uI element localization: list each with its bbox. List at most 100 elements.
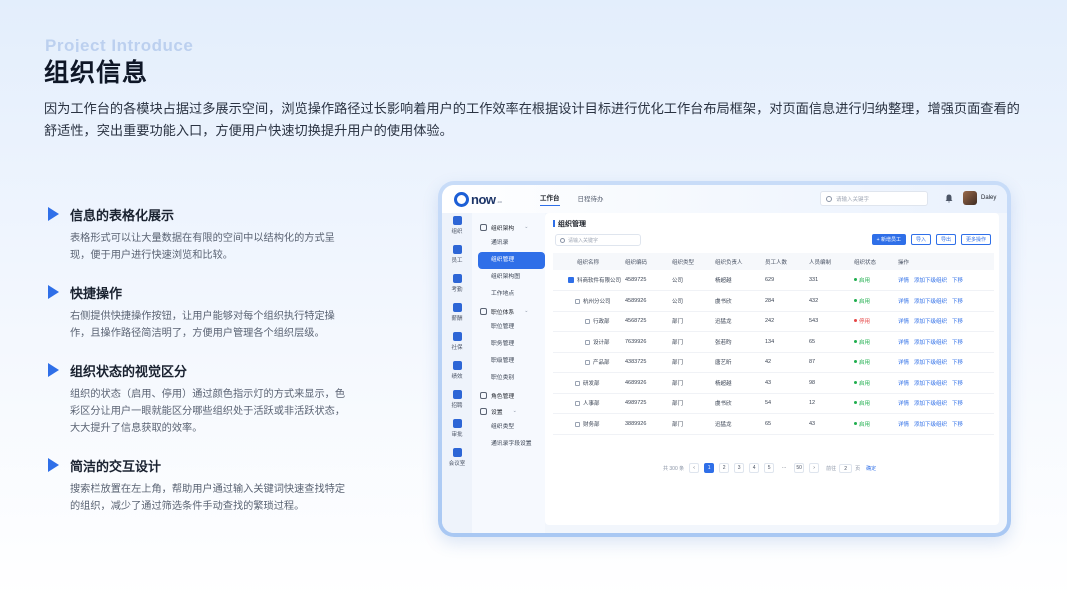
org-name[interactable]: 研发部 bbox=[583, 381, 600, 387]
column-header[interactable]: 操作 bbox=[898, 253, 994, 270]
tab-schedule[interactable]: 日程待办 bbox=[578, 193, 604, 206]
checkbox[interactable] bbox=[575, 401, 580, 407]
page-button[interactable]: 5 bbox=[764, 463, 775, 473]
rail-item-attendance[interactable]: 考勤 bbox=[442, 271, 472, 300]
rail-item-insurance[interactable]: 社保 bbox=[442, 329, 472, 358]
add-child-org-link[interactable]: 添加下级组织 bbox=[914, 340, 947, 346]
column-header[interactable]: 组织名称 bbox=[553, 253, 625, 270]
move-down-link[interactable]: 下移 bbox=[952, 278, 963, 284]
rail-item-approval[interactable]: 审批 bbox=[442, 416, 472, 445]
move-down-link[interactable]: 下移 bbox=[952, 319, 963, 325]
move-down-link[interactable]: 下移 bbox=[952, 422, 963, 428]
checkbox[interactable] bbox=[575, 421, 580, 427]
table-row[interactable]: 产品部 4383725 部门 唐艺昕 42 87 启用 详情 添加下级组织 下移 bbox=[553, 352, 994, 373]
prev-page-button[interactable]: ‹ bbox=[689, 463, 700, 473]
table-row[interactable]: 行政部 4568725 部门 迅猛龙 242 543 停用 详情 添加下级组织 下移 bbox=[553, 311, 994, 332]
page-button[interactable]: 4 bbox=[749, 463, 760, 473]
column-header[interactable]: 员工人数 bbox=[765, 253, 809, 270]
app-logo[interactable]: now .co bbox=[454, 191, 540, 207]
avatar[interactable] bbox=[963, 191, 977, 205]
detail-link[interactable]: 详情 bbox=[898, 319, 909, 325]
add-staff-button[interactable]: + 新增员工 bbox=[871, 234, 906, 245]
nav-item-org-manage[interactable]: 组织管理 bbox=[478, 252, 545, 269]
confirm-jump-button[interactable]: 确定 bbox=[866, 465, 876, 472]
table-row[interactable]: 设计部 7639926 部门 张若昀 134 65 启用 详情 添加下级组织 下移 bbox=[553, 331, 994, 353]
org-name[interactable]: 科商软件有限公司 bbox=[577, 278, 621, 284]
column-header[interactable]: 组织类型 bbox=[672, 253, 715, 270]
nav-item-contact-fields[interactable]: 通讯录字段设置 bbox=[472, 436, 545, 453]
add-child-org-link[interactable]: 添加下级组织 bbox=[914, 319, 947, 325]
table-row[interactable]: 人事部 4989725 部门 虞书欣 54 12 启用 详情 添加下级组织 下移 bbox=[553, 393, 994, 414]
nav-item-rank[interactable]: 职级管理 bbox=[472, 353, 545, 370]
move-down-link[interactable]: 下移 bbox=[952, 360, 963, 366]
checkbox[interactable] bbox=[585, 319, 590, 325]
page-jump-input[interactable]: 2 bbox=[839, 463, 853, 473]
move-down-link[interactable]: 下移 bbox=[952, 299, 963, 305]
detail-link[interactable]: 详情 bbox=[898, 360, 909, 366]
nav-group-position[interactable]: 职位体系 ⌄ bbox=[472, 303, 545, 319]
org-name[interactable]: 杭州分公司 bbox=[583, 299, 611, 305]
tab-workbench[interactable]: 工作台 bbox=[540, 192, 560, 206]
column-header[interactable]: 组织负责人 bbox=[715, 253, 765, 270]
rail-item-salary[interactable]: 薪酬 bbox=[442, 300, 472, 329]
nav-item-position[interactable]: 职位管理 bbox=[472, 319, 545, 336]
detail-link[interactable]: 详情 bbox=[898, 299, 909, 305]
detail-link[interactable]: 详情 bbox=[898, 278, 909, 284]
nav-item-org-chart[interactable]: 组织架构图 bbox=[472, 269, 545, 286]
detail-link[interactable]: 详情 bbox=[898, 422, 909, 428]
nav-group-org[interactable]: 组织架构 ⌄ bbox=[472, 219, 545, 235]
column-header[interactable]: 组织编码 bbox=[625, 253, 672, 270]
add-child-org-link[interactable]: 添加下级组织 bbox=[914, 401, 947, 407]
org-name[interactable]: 产品部 bbox=[593, 360, 610, 366]
table-row[interactable]: 财务部 3889926 部门 迅猛龙 65 43 启用 详情 添加下级组织 下移 bbox=[553, 413, 994, 435]
nav-item-duty[interactable]: 职务管理 bbox=[472, 336, 545, 353]
org-name[interactable]: 财务部 bbox=[583, 422, 600, 428]
rail-item-performance[interactable]: 绩效 bbox=[442, 358, 472, 387]
checkbox[interactable] bbox=[585, 339, 590, 345]
org-search-input[interactable]: 请输入关键字 bbox=[555, 234, 641, 246]
page-button[interactable]: 50 bbox=[794, 463, 805, 473]
table-row[interactable]: 杭州分公司 4589926 公司 虞书欣 284 432 启用 详情 添加下级组织 下移 bbox=[553, 290, 994, 312]
add-child-org-link[interactable]: 添加下级组织 bbox=[914, 422, 947, 428]
export-button[interactable]: 导出 bbox=[935, 234, 956, 245]
import-button[interactable]: 导入 bbox=[910, 234, 931, 245]
rail-item-recruit[interactable]: 招聘 bbox=[442, 387, 472, 416]
move-down-link[interactable]: 下移 bbox=[952, 381, 963, 387]
table-row[interactable]: 研发部 4689926 部门 杨超越 43 98 启用 详情 添加下级组织 下移 bbox=[553, 372, 994, 394]
detail-link[interactable]: 详情 bbox=[898, 401, 909, 407]
nav-item-contacts[interactable]: 通讯录 bbox=[472, 235, 545, 252]
nav-group-settings[interactable]: 设置 ⌄ bbox=[472, 403, 545, 419]
nav-item-category[interactable]: 职位类别 bbox=[472, 370, 545, 387]
move-down-link[interactable]: 下移 bbox=[952, 401, 963, 407]
detail-link[interactable]: 详情 bbox=[898, 340, 909, 346]
rail-item-meeting[interactable]: 会议室 bbox=[442, 445, 472, 474]
nav-group-role[interactable]: 角色管理 bbox=[472, 387, 545, 403]
checkbox[interactable] bbox=[585, 360, 590, 366]
nav-item-work-location[interactable]: 工作地点 bbox=[472, 286, 545, 303]
bell-icon[interactable] bbox=[945, 194, 953, 203]
page-button[interactable]: 3 bbox=[734, 463, 745, 473]
more-actions-button[interactable]: 更多操作 bbox=[960, 234, 991, 245]
table-row[interactable]: 科商软件有限公司 4589725 公司 杨超越 629 331 启用 详情 添加下级组织 下移 bbox=[553, 270, 994, 291]
org-name[interactable]: 行政部 bbox=[593, 319, 610, 325]
add-child-org-link[interactable]: 添加下级组织 bbox=[914, 299, 947, 305]
global-search-input[interactable]: 请输入关键字 bbox=[820, 191, 928, 206]
rail-item-staff[interactable]: 员工 bbox=[442, 242, 472, 271]
column-header[interactable]: 组织状态 bbox=[854, 253, 898, 270]
add-child-org-link[interactable]: 添加下级组织 bbox=[914, 278, 947, 284]
page-button[interactable]: 2 bbox=[719, 463, 730, 473]
column-header[interactable]: 人员编制 bbox=[809, 253, 854, 270]
org-name[interactable]: 人事部 bbox=[583, 401, 600, 407]
user-name[interactable]: Daley bbox=[981, 195, 996, 201]
rail-item-org[interactable]: 组织 bbox=[442, 213, 472, 242]
next-page-button[interactable]: › bbox=[809, 463, 820, 473]
page-button[interactable]: 1 bbox=[704, 463, 715, 473]
move-down-link[interactable]: 下移 bbox=[952, 340, 963, 346]
checkbox[interactable] bbox=[575, 380, 580, 386]
add-child-org-link[interactable]: 添加下级组织 bbox=[914, 360, 947, 366]
org-name[interactable]: 设计部 bbox=[593, 340, 610, 346]
detail-link[interactable]: 详情 bbox=[898, 381, 909, 387]
nav-item-org-type[interactable]: 组织类型 bbox=[472, 419, 545, 436]
add-child-org-link[interactable]: 添加下级组织 bbox=[914, 381, 947, 387]
checkbox[interactable] bbox=[575, 298, 580, 304]
